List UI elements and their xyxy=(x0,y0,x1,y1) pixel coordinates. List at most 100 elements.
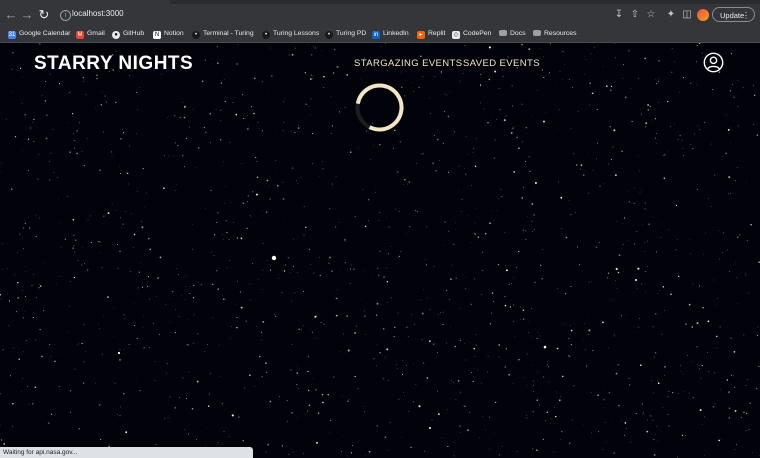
star xyxy=(181,295,182,296)
star xyxy=(421,312,424,315)
star xyxy=(81,264,82,266)
star xyxy=(568,199,570,201)
update-button[interactable]: Update ⋮ xyxy=(712,7,755,22)
extensions-puzzle-icon[interactable]: ✦ xyxy=(665,9,677,21)
bookmark-gmail[interactable]: M Gmail xyxy=(76,28,105,40)
star xyxy=(87,219,89,220)
star xyxy=(654,351,657,354)
side-panel-icon[interactable]: ◫ xyxy=(681,9,693,21)
star xyxy=(72,133,74,135)
star xyxy=(188,344,190,346)
star xyxy=(504,232,506,234)
star xyxy=(557,181,560,183)
star xyxy=(462,72,464,74)
star xyxy=(54,360,56,363)
star xyxy=(297,272,298,273)
star xyxy=(541,277,543,280)
star xyxy=(296,372,298,374)
address-bar[interactable]: i localhost:3000 xyxy=(54,6,654,25)
star xyxy=(406,139,408,140)
back-arrow-icon[interactable]: ← xyxy=(3,7,19,23)
star xyxy=(521,197,523,199)
star xyxy=(734,387,735,388)
bookmark-turing-pd[interactable]: • Turing PD xyxy=(325,28,366,40)
star xyxy=(720,389,721,390)
reload-icon[interactable]: ↻ xyxy=(36,7,52,23)
star xyxy=(302,452,304,454)
star xyxy=(609,126,611,128)
star xyxy=(491,292,494,294)
star xyxy=(656,143,657,144)
bookmark-docs[interactable]: Docs xyxy=(499,28,526,40)
bookmark-replit[interactable]: ▸ Replit xyxy=(417,28,445,40)
star xyxy=(680,370,682,372)
bookmark-linkedin[interactable]: in LinkedIn xyxy=(372,28,409,40)
star xyxy=(312,378,314,380)
star xyxy=(148,347,150,348)
browser-profile-avatar[interactable] xyxy=(697,9,709,21)
star xyxy=(703,253,704,255)
bookmark-github[interactable]: ● GitHub xyxy=(112,28,144,40)
bookmark-google-calendar[interactable]: 31 Google Calendar xyxy=(8,28,70,40)
star xyxy=(205,444,207,446)
star xyxy=(271,75,273,77)
star xyxy=(464,168,465,170)
star xyxy=(647,240,649,242)
bookmark-terminal-turing[interactable]: • Terminal - Turing xyxy=(192,28,254,40)
star xyxy=(100,439,102,440)
star xyxy=(333,376,335,378)
star xyxy=(222,295,223,297)
star xyxy=(401,306,402,308)
star xyxy=(692,397,694,399)
star xyxy=(690,144,692,145)
star xyxy=(175,184,177,185)
star xyxy=(363,270,365,271)
star xyxy=(664,309,666,311)
star xyxy=(157,277,159,280)
star xyxy=(703,416,705,418)
star xyxy=(694,133,695,135)
star xyxy=(402,360,404,361)
bookmark-resources[interactable]: Resources xyxy=(533,28,577,40)
star xyxy=(1,162,2,164)
star xyxy=(18,358,20,360)
nav-saved-events[interactable]: SAVED EVENTS xyxy=(463,58,540,69)
star xyxy=(309,328,311,330)
star xyxy=(39,217,41,219)
kebab-menu-icon[interactable]: ⋮ xyxy=(742,8,750,23)
install-app-icon[interactable]: ↧ xyxy=(613,9,625,21)
share-icon[interactable]: ⇧ xyxy=(629,9,641,21)
star xyxy=(559,70,561,72)
star xyxy=(615,267,618,271)
star xyxy=(511,283,512,284)
star xyxy=(414,323,415,325)
star xyxy=(728,391,730,393)
star xyxy=(615,174,617,176)
brand-title[interactable]: STARRY NIGHTS xyxy=(34,53,193,75)
bookmark-turing-lessons[interactable]: • Turing Lessons xyxy=(262,28,319,40)
star xyxy=(297,387,299,389)
star xyxy=(339,271,341,273)
star xyxy=(603,406,605,408)
star xyxy=(629,202,631,203)
star xyxy=(187,433,190,435)
bookmark-codepen[interactable]: ◇ CodePen xyxy=(452,28,491,40)
star xyxy=(573,153,574,155)
star xyxy=(691,326,693,328)
star xyxy=(534,281,536,283)
site-info-icon[interactable]: i xyxy=(60,10,71,21)
star xyxy=(22,377,24,380)
star xyxy=(6,293,8,295)
star xyxy=(518,250,520,253)
star xyxy=(471,241,473,243)
bookmark-star-icon[interactable]: ☆ xyxy=(645,9,657,21)
star xyxy=(247,201,249,203)
bookmark-notion[interactable]: N Notion xyxy=(153,28,184,40)
star xyxy=(320,50,322,51)
nav-stargazing-events[interactable]: STARGAZING EVENTS xyxy=(354,58,463,69)
star xyxy=(668,425,670,427)
user-profile-icon[interactable] xyxy=(703,52,724,73)
status-bar: Waiting for api.nasa.gov... xyxy=(0,447,253,458)
forward-arrow-icon[interactable]: → xyxy=(19,7,35,23)
star xyxy=(64,238,66,240)
